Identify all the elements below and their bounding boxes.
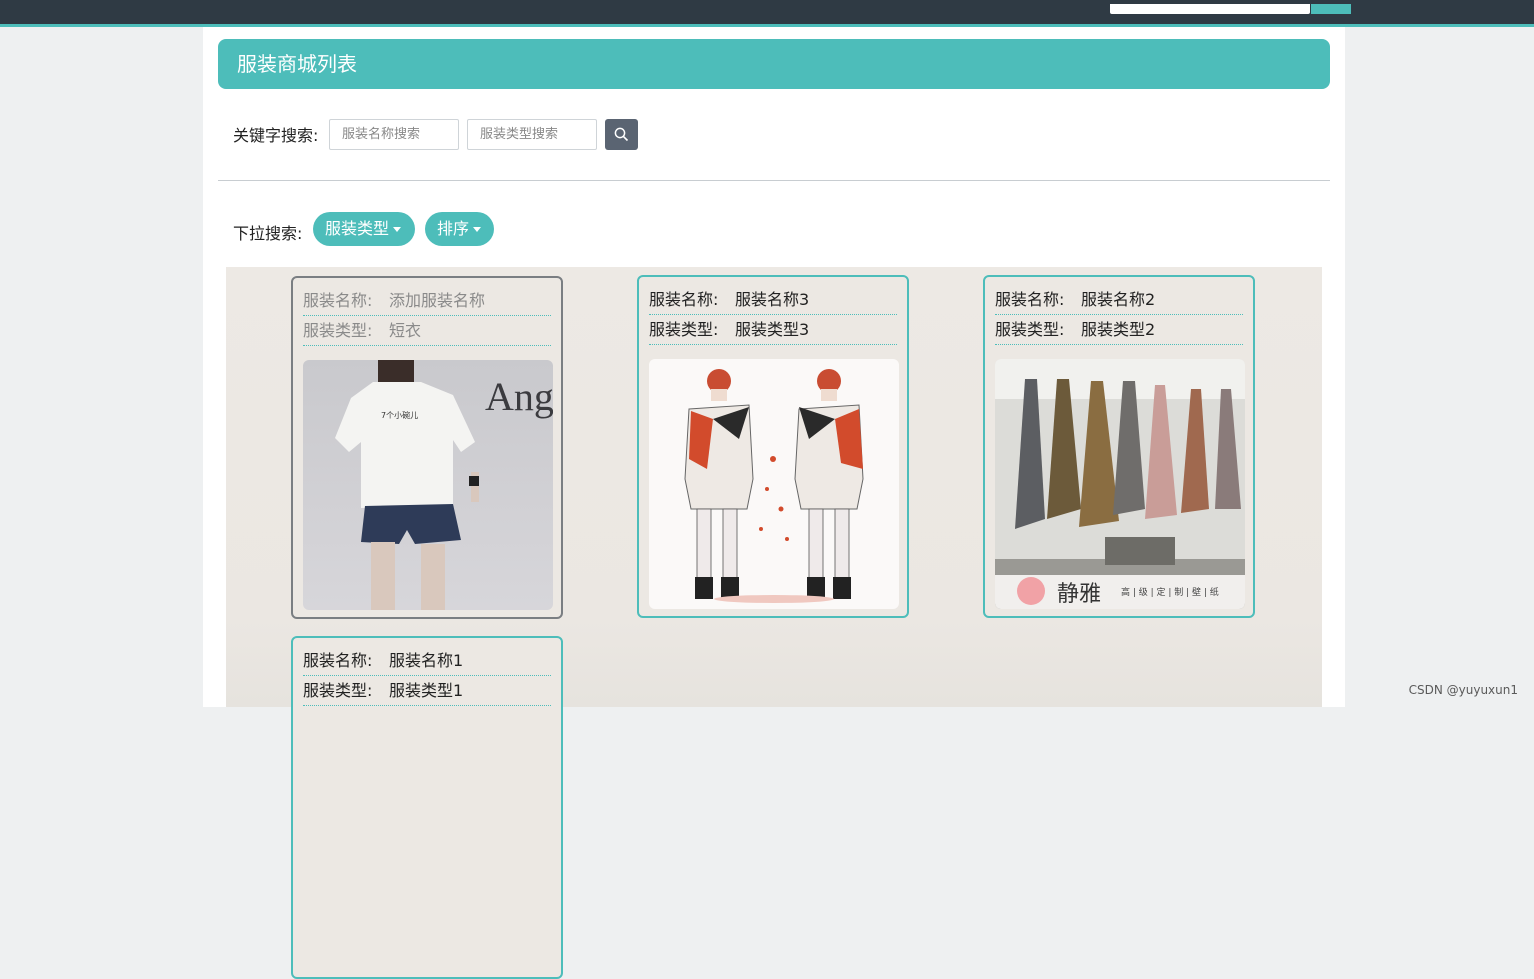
product-card[interactable]: 服装名称: 服装名称1 服装类型: 服装类型1	[291, 636, 563, 979]
card-name-label: 服装名称:	[649, 290, 719, 309]
name-search-input[interactable]: 服装名称搜索	[329, 119, 459, 150]
top-search-input[interactable]	[1110, 4, 1310, 14]
card-name-row: 服装名称: 服装名称3	[649, 285, 897, 315]
wallpaper-brand-text: 静雅	[1057, 581, 1101, 606]
type-search-input[interactable]: 服装类型搜索	[467, 119, 597, 150]
product-image[interactable]: Ange 7个小碗儿	[303, 360, 553, 610]
card-type-value: 服装类型1	[389, 681, 464, 700]
type-dropdown-label: 服装类型	[325, 219, 390, 238]
top-search-button[interactable]	[1311, 4, 1351, 14]
card-type-row: 服装类型: 服装类型3	[649, 315, 897, 345]
type-dropdown-button[interactable]: 服装类型	[313, 212, 415, 246]
product-image[interactable]: 静雅 高 | 级 | 定 | 制 | 壁 | 纸	[995, 359, 1245, 609]
search-icon	[614, 127, 629, 142]
card-name-label: 服装名称:	[995, 290, 1065, 309]
sort-dropdown-label: 排序	[437, 219, 470, 238]
product-card[interactable]: 服装名称: 服装名称3 服装类型: 服装类型3	[637, 275, 909, 618]
card-name-value: 服装名称2	[1081, 290, 1156, 309]
product-grid: 服装名称: 添加服装名称 服装类型: 短衣 Ange 7个小碗儿	[226, 267, 1322, 979]
card-name-label: 服装名称:	[303, 291, 373, 310]
product-card[interactable]: 服装名称: 添加服装名称 服装类型: 短衣 Ange 7个小碗儿	[291, 276, 563, 619]
card-name-label: 服装名称:	[303, 651, 373, 670]
keyword-search-label: 关键字搜索:	[233, 126, 319, 145]
card-type-row: 服装类型: 服装类型1	[303, 676, 551, 706]
card-type-value: 短衣	[389, 321, 422, 340]
card-type-label: 服装类型:	[649, 320, 719, 339]
card-name-value: 服装名称1	[389, 651, 464, 670]
card-name-row: 服装名称: 服装名称1	[303, 646, 551, 676]
search-button[interactable]	[605, 119, 638, 150]
card-type-label: 服装类型:	[303, 321, 373, 340]
watermark: CSDN @yuyuxun1	[1408, 683, 1518, 697]
card-type-label: 服装类型:	[303, 681, 373, 700]
card-type-value: 服装类型2	[1081, 320, 1156, 339]
main-content: 服装商城列表 关键字搜索: 服装名称搜索 服装类型搜索 下拉搜索: 服装类型 排…	[203, 27, 1345, 979]
svg-text:Ange: Ange	[485, 374, 553, 419]
card-name-value: 添加服装名称	[389, 291, 486, 310]
card-type-label: 服装类型:	[995, 320, 1065, 339]
caret-down-icon	[473, 227, 482, 232]
card-name-row: 服装名称: 添加服装名称	[303, 286, 551, 316]
card-type-value: 服装类型3	[735, 320, 810, 339]
product-image[interactable]	[649, 359, 899, 609]
card-name-row: 服装名称: 服装名称2	[995, 285, 1243, 315]
page-title: 服装商城列表	[218, 39, 1330, 89]
sort-dropdown-button[interactable]: 排序	[425, 212, 494, 246]
card-type-row: 服装类型: 短衣	[303, 316, 551, 346]
dropdown-search-label: 下拉搜索:	[233, 224, 303, 243]
product-card[interactable]: 服装名称: 服装名称2 服装类型: 服装类型2 静雅 高 | 级 | 定 | 制…	[983, 275, 1255, 618]
divider	[218, 180, 1330, 181]
wallpaper-sub-text: 高 | 级 | 定 | 制 | 壁 | 纸	[1121, 586, 1219, 598]
card-type-row: 服装类型: 服装类型2	[995, 315, 1243, 345]
caret-down-icon	[393, 227, 402, 232]
top-navbar	[0, 0, 1534, 27]
card-name-value: 服装名称3	[735, 290, 810, 309]
svg-text:7个小碗儿: 7个小碗儿	[381, 410, 418, 420]
